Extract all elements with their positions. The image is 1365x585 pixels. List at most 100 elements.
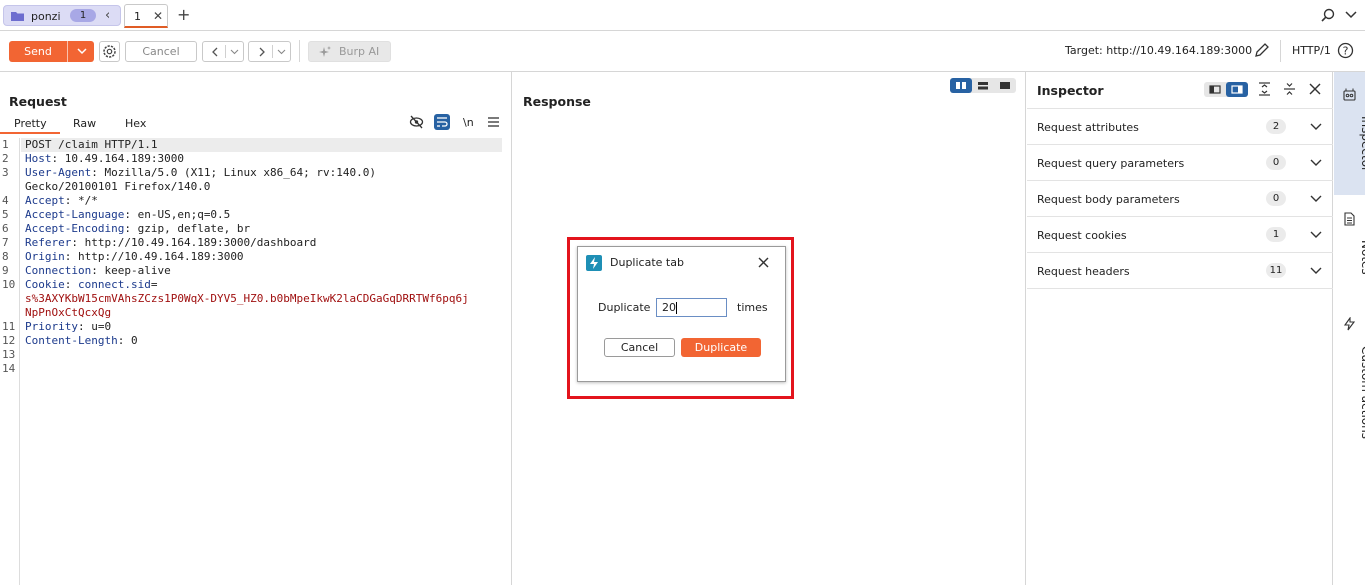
line-number: 10 [2, 278, 16, 291]
notes-icon [1344, 212, 1355, 226]
chevron-left-icon[interactable]: ‹ [105, 8, 110, 23]
chevron-down-icon[interactable] [1310, 159, 1322, 167]
line-number: 13 [2, 348, 16, 361]
settings-button[interactable] [99, 41, 120, 62]
duplicate-button[interactable]: Duplicate [681, 338, 761, 357]
duplicate-count-input[interactable]: 20 [656, 298, 727, 317]
tab-label: 1 [134, 10, 141, 23]
sidebar-item-inspector[interactable]: Inspector [1334, 72, 1365, 195]
inspector-section-label: Request query parameters [1037, 157, 1185, 170]
cancel-button[interactable]: Cancel [125, 41, 197, 62]
code-token: Gecko/20100101 Firefox/140.0 [25, 180, 211, 193]
sidebar-item-custom-actions[interactable]: Custom actions [1334, 299, 1365, 439]
close-tab-icon[interactable]: ✕ [153, 9, 163, 23]
newline-toggle-icon[interactable]: \n [463, 116, 474, 129]
history-back-button[interactable] [202, 41, 244, 62]
chevron-down-icon[interactable] [1344, 8, 1358, 22]
tab-pretty[interactable]: Pretty [14, 117, 47, 130]
dialog-cancel-button[interactable]: Cancel [604, 338, 675, 357]
tab-raw[interactable]: Raw [73, 117, 96, 130]
code-line: Origin: http://10.49.164.189:3000 [25, 250, 244, 264]
layout-single-icon[interactable] [994, 78, 1016, 93]
send-button[interactable]: Send [9, 41, 94, 62]
add-tab-icon[interactable]: + [177, 5, 190, 24]
gear-icon [103, 45, 116, 58]
code-token: Referer [25, 236, 72, 249]
inspector-section-count: 11 [1266, 263, 1286, 278]
chevron-down-icon[interactable] [230, 49, 239, 55]
edit-target-icon[interactable] [1253, 42, 1270, 59]
protocol-label[interactable]: HTTP/1 [1292, 44, 1331, 57]
chevron-down-icon[interactable] [1310, 123, 1322, 131]
line-number: 7 [2, 236, 9, 249]
help-icon[interactable]: ? [1337, 42, 1354, 59]
burp-ai-label: Burp AI [339, 45, 380, 58]
code-line: NpPnOxCtQcxQg [25, 306, 111, 320]
inspector-layout-switcher [1204, 82, 1248, 97]
tab-hex[interactable]: Hex [125, 117, 146, 130]
response-title: Response [523, 94, 591, 109]
collapse-all-icon[interactable] [1283, 82, 1296, 96]
inspector-section-count: 2 [1266, 119, 1286, 134]
code-token: : http://10.49.164.189:3000/dashboard [71, 236, 317, 249]
chevron-down-icon[interactable] [1310, 195, 1322, 203]
send-options-icon[interactable] [77, 48, 87, 55]
expand-all-icon[interactable] [1258, 82, 1271, 96]
inspector-layout-right-icon[interactable] [1226, 82, 1248, 97]
code-token: POST /claim HTTP/1.1 [25, 138, 158, 151]
layout-stacked-icon[interactable] [972, 78, 994, 93]
inspector-layout-left-icon[interactable] [1204, 82, 1226, 97]
divider [225, 45, 226, 58]
burp-ai-button[interactable]: Burp AI [308, 41, 391, 62]
inspector-section-label: Request attributes [1037, 121, 1139, 134]
line-number: 1 [2, 138, 9, 151]
code-line: Connection: keep-alive [25, 264, 171, 278]
code-line: Accept-Encoding: gzip, deflate, br [25, 222, 250, 236]
code-line: User-Agent: Mozilla/5.0 (X11; Linux x86_… [25, 166, 376, 180]
menu-icon[interactable] [488, 117, 499, 127]
code-token: Accept-Language [25, 208, 125, 221]
tab-group-ponzi[interactable]: ponzi 1 ‹ [3, 5, 121, 26]
layout-side-by-side-icon[interactable] [950, 78, 972, 93]
inspector-section-row[interactable]: Request cookies 1 [1027, 217, 1333, 253]
layout-switcher [950, 78, 1016, 93]
svg-text:?: ? [1343, 45, 1349, 58]
code-line: s%3AXYKbW15cmVAhsZCzs1P0WqX-DYV5_HZ0.b0b… [25, 292, 469, 306]
target-label: Target: http://10.49.164.189:3000 [1065, 44, 1253, 57]
code-token: Connection [25, 264, 92, 277]
history-forward-button[interactable] [248, 41, 291, 62]
inspector-section-row[interactable]: Request attributes 2 [1027, 109, 1333, 145]
duplicate-tab-dialog: Duplicate tab Duplicate 20 times Cancel … [577, 246, 786, 382]
code-token: : u=0 [77, 320, 112, 333]
close-icon[interactable] [758, 257, 769, 268]
chevron-down-icon[interactable] [1310, 267, 1322, 275]
inspector-section-row[interactable]: Request headers 11 [1027, 253, 1333, 289]
sidebar-label-notes: Notes [1359, 240, 1365, 275]
code-line: Referer: http://10.49.164.189:3000/dashb… [25, 236, 316, 250]
chevron-down-icon[interactable] [1310, 231, 1322, 239]
code-token: = [150, 278, 158, 291]
tab-group-count: 1 [70, 9, 96, 22]
search-icon[interactable] [1321, 8, 1335, 22]
wrap-toggle-icon[interactable] [434, 114, 450, 130]
code-token: : en-US,en;q=0.5 [124, 208, 231, 221]
inspector-panel: Inspector Request attributes 2 Request que… [1027, 72, 1333, 585]
tab-1[interactable]: 1 ✕ [124, 4, 168, 28]
code-line: POST /claim HTTP/1.1 [25, 138, 157, 152]
toolbar-divider [299, 40, 300, 62]
close-icon[interactable] [1309, 83, 1321, 95]
sidebar-label-inspector: Inspector [1359, 116, 1365, 172]
send-divider [67, 41, 68, 62]
sidebar-item-notes[interactable]: Notes [1334, 195, 1365, 299]
right-sidebar: Inspector Notes Custom actions [1334, 72, 1365, 585]
inspector-section-count: 0 [1266, 155, 1286, 170]
chevron-down-icon[interactable] [277, 49, 286, 55]
folder-icon [11, 12, 24, 21]
eye-off-icon[interactable] [409, 115, 424, 129]
inspector-section-row[interactable]: Request query parameters 0 [1027, 145, 1333, 181]
inspector-section-row[interactable]: Request body parameters 0 [1027, 181, 1333, 217]
code-token: Origin [25, 250, 65, 263]
code-token: Accept-Encoding [25, 222, 125, 235]
code-token: Priority [25, 320, 78, 333]
code-line: Accept: */* [25, 194, 98, 208]
